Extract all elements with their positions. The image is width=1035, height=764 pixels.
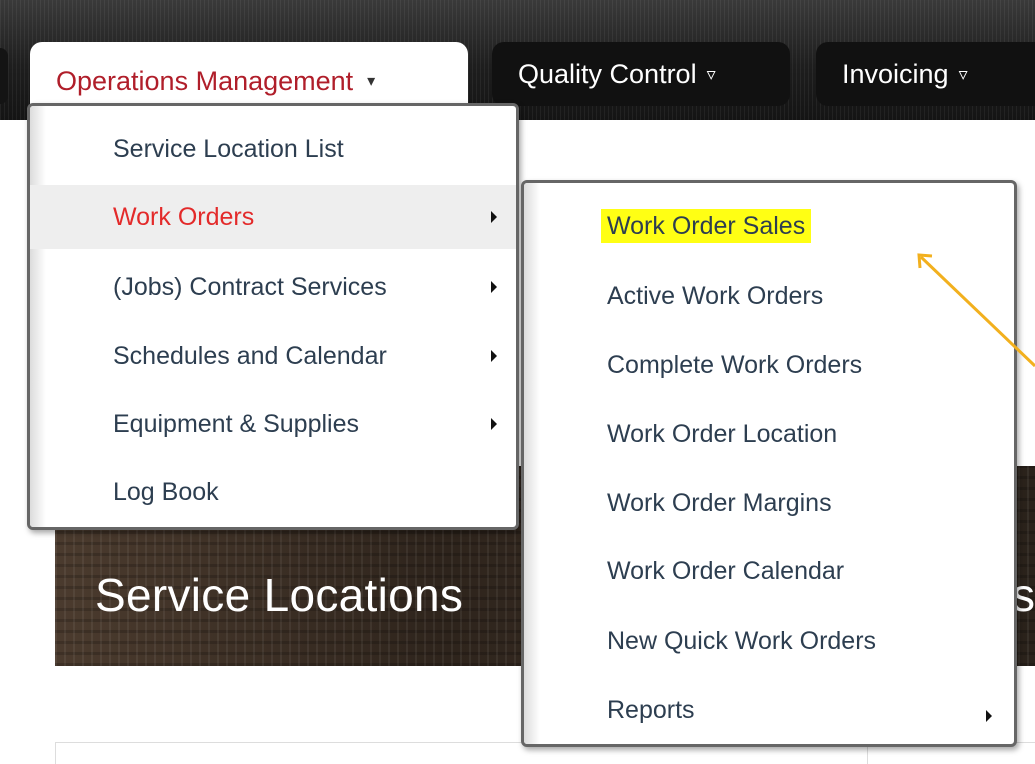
caret-right-icon bbox=[491, 350, 497, 362]
top-navbar: Operations Management ▾ Quality Control … bbox=[0, 0, 1035, 120]
menu-item-label: (Jobs) Contract Services bbox=[113, 272, 387, 301]
caret-right-icon bbox=[986, 710, 992, 722]
operations-dropdown-menu: Service Location List Work Orders (Jobs)… bbox=[27, 103, 519, 530]
caret-right-icon bbox=[491, 211, 497, 223]
submenu-item-new-quick-work-orders[interactable]: New Quick Work Orders bbox=[607, 624, 876, 658]
tab-label: Quality Control bbox=[518, 58, 697, 89]
menu-item-service-location-list[interactable]: Service Location List bbox=[30, 117, 516, 181]
menu-item-contract-services[interactable]: (Jobs) Contract Services bbox=[30, 255, 516, 319]
menu-item-work-orders[interactable]: Work Orders bbox=[30, 185, 516, 249]
caret-down-icon: ▿ bbox=[958, 63, 968, 84]
submenu-item-complete-work-orders[interactable]: Complete Work Orders bbox=[607, 348, 862, 382]
app-window: Operations Management ▾ Quality Control … bbox=[0, 0, 1035, 764]
work-orders-submenu: Work Order Sales Active Work Orders Comp… bbox=[521, 180, 1017, 747]
submenu-item-work-order-calendar[interactable]: Work Order Calendar bbox=[607, 554, 844, 588]
tab-label: Invoicing bbox=[842, 58, 949, 89]
menu-item-label: Schedules and Calendar bbox=[113, 341, 387, 370]
nav-tab-previous[interactable] bbox=[0, 48, 8, 104]
submenu-item-work-order-sales[interactable]: Work Order Sales bbox=[601, 209, 812, 243]
menu-item-label: Service Location List bbox=[113, 134, 344, 163]
tab-quality-control[interactable]: Quality Control ▿ bbox=[492, 42, 790, 106]
page-title: Service Locations bbox=[95, 569, 464, 621]
menu-item-label: Log Book bbox=[113, 477, 219, 506]
tab-label: Operations Management bbox=[56, 65, 354, 96]
menu-item-label: Equipment & Supplies bbox=[113, 409, 359, 438]
tab-invoicing[interactable]: Invoicing ▿ bbox=[816, 42, 1035, 106]
content-divider bbox=[55, 742, 56, 764]
submenu-item-work-order-margins[interactable]: Work Order Margins bbox=[607, 486, 832, 520]
menu-item-schedules-and-calendar[interactable]: Schedules and Calendar bbox=[30, 324, 516, 388]
caret-down-icon: ▾ bbox=[367, 73, 376, 90]
menu-item-log-book[interactable]: Log Book bbox=[30, 460, 516, 524]
submenu-item-work-order-location[interactable]: Work Order Location bbox=[607, 417, 837, 451]
caret-right-icon bbox=[491, 281, 497, 293]
caret-down-icon: ▿ bbox=[706, 63, 716, 84]
caret-right-icon bbox=[491, 418, 497, 430]
submenu-item-reports[interactable]: Reports bbox=[607, 693, 695, 727]
menu-item-label: Work Orders bbox=[113, 202, 255, 231]
menu-item-equipment-and-supplies[interactable]: Equipment & Supplies bbox=[30, 392, 516, 456]
submenu-item-active-work-orders[interactable]: Active Work Orders bbox=[607, 279, 823, 313]
